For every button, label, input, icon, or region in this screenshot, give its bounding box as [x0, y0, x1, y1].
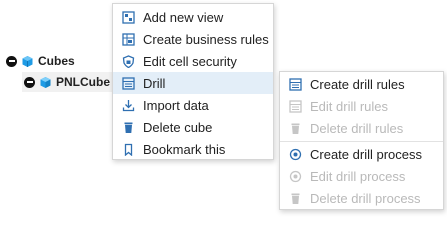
submenu-item-edit-drill-process[interactable]: Edit drill process — [280, 165, 443, 187]
security-shield-icon — [121, 54, 135, 68]
submenu-separator — [280, 141, 443, 142]
add-view-icon — [121, 10, 135, 24]
drill-submenu: Create drill rules Edit drill rules Dele… — [279, 71, 444, 210]
submenu-item-edit-drill-rules[interactable]: Edit drill rules — [280, 95, 443, 117]
tree-node-pnlcube[interactable]: PNLCube — [24, 73, 110, 91]
tree-node-label: PNLCube — [56, 75, 110, 89]
menu-item-import-data[interactable]: Import data — [113, 94, 273, 116]
drill-process-icon — [288, 169, 302, 183]
submenu-item-create-drill-process[interactable]: Create drill process — [280, 143, 443, 165]
trash-icon — [121, 120, 135, 134]
submenu-item-delete-drill-process[interactable]: Delete drill process — [280, 187, 443, 209]
collapse-icon[interactable] — [24, 76, 35, 88]
submenu-item-delete-drill-rules[interactable]: Delete drill rules — [280, 117, 443, 139]
import-icon — [121, 98, 135, 112]
cubes-folder-icon — [21, 55, 34, 68]
drill-rules-icon — [288, 99, 302, 113]
bookmark-icon — [121, 142, 135, 156]
trash-icon — [288, 121, 302, 135]
trash-icon — [288, 191, 302, 205]
menu-item-delete-cube[interactable]: Delete cube — [113, 116, 273, 138]
cube-icon — [39, 76, 52, 89]
drill-icon — [121, 76, 135, 90]
rules-icon — [121, 32, 135, 46]
menu-item-bookmark-this[interactable]: Bookmark this — [113, 138, 273, 160]
submenu-item-create-drill-rules[interactable]: Create drill rules — [280, 73, 443, 95]
context-menu: Add new view Create business rules Edit … — [112, 3, 274, 160]
drill-process-icon — [288, 147, 302, 161]
tree-node-label: Cubes — [38, 54, 75, 68]
menu-item-drill[interactable]: Drill — [113, 72, 273, 94]
menu-item-edit-cell-security[interactable]: Edit cell security — [113, 50, 273, 72]
tree-node-cubes[interactable]: Cubes — [6, 52, 75, 70]
drill-rules-icon — [288, 77, 302, 91]
menu-item-create-business-rules[interactable]: Create business rules — [113, 28, 273, 50]
collapse-icon[interactable] — [6, 55, 17, 67]
menu-item-add-new-view[interactable]: Add new view — [113, 6, 273, 28]
